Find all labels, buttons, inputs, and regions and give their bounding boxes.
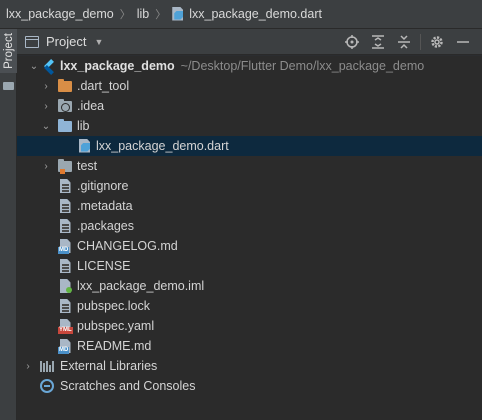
- chevron-right-icon[interactable]: ›: [41, 96, 51, 116]
- tree-row-pubspec-lock[interactable]: pubspec.lock: [17, 296, 482, 316]
- yaml-file-icon: YML: [57, 316, 73, 336]
- text-file-icon: [57, 256, 73, 276]
- md-badge: MD: [58, 347, 70, 354]
- settings-icon[interactable]: [424, 29, 450, 55]
- tree-row-readme[interactable]: MD README.md: [17, 336, 482, 356]
- project-side-tab[interactable]: Project: [0, 29, 17, 73]
- dart-file-icon: [77, 136, 93, 156]
- root-name: lxx_package_demo: [60, 59, 175, 73]
- navigation-breadcrumb: lxx_package_demo 〉 lib 〉 lxx_package_dem…: [0, 0, 482, 29]
- md-badge: MD: [58, 247, 70, 254]
- tree-row-label: README.md: [77, 339, 152, 353]
- tree-row-label: Scratches and Consoles: [60, 379, 196, 393]
- tree-row-dart-tool[interactable]: › .dart_tool: [17, 76, 482, 96]
- tree-row-label: LICENSE: [77, 259, 131, 273]
- breadcrumb-project[interactable]: lxx_package_demo: [6, 7, 114, 21]
- tree-row-label: lxx_package_demo.iml: [77, 279, 205, 293]
- tree-row-label: External Libraries: [60, 359, 158, 373]
- chevron-right-icon[interactable]: ›: [41, 156, 51, 176]
- collapse-all-icon[interactable]: [391, 29, 417, 55]
- chevron-right-icon[interactable]: ›: [23, 356, 33, 376]
- tree-row-scratches[interactable]: Scratches and Consoles: [17, 376, 482, 396]
- chevron-right-icon[interactable]: ›: [41, 76, 51, 96]
- flutter-module-icon: [41, 56, 57, 76]
- hide-icon[interactable]: [450, 29, 476, 55]
- root-path: ~/Desktop/Flutter Demo/lxx_package_demo: [180, 59, 425, 73]
- tree-row-metadata[interactable]: .metadata: [17, 196, 482, 216]
- idea-folder-icon: [57, 96, 73, 116]
- scratches-icon: [39, 376, 55, 396]
- tree-row-label: .dart_tool: [77, 79, 130, 93]
- expand-all-icon[interactable]: [365, 29, 391, 55]
- text-file-icon: [57, 176, 73, 196]
- tree-row-root[interactable]: ⌄ lxx_package_demo ~/Desktop/Flutter Demo…: [17, 56, 482, 76]
- tree-row-packages[interactable]: .packages: [17, 216, 482, 236]
- tree-row-dart-file[interactable]: lxx_package_demo.dart: [17, 136, 482, 156]
- toolbar-divider: [420, 34, 421, 50]
- markdown-file-icon: MD: [57, 236, 73, 256]
- chevron-down-icon[interactable]: ⌄: [29, 56, 39, 76]
- folder-icon[interactable]: [3, 82, 14, 90]
- breadcrumb-folder[interactable]: lib: [137, 7, 150, 21]
- breadcrumb-folder-label: lib: [136, 7, 150, 21]
- yml-badge: YML: [58, 327, 73, 334]
- tree-row-label: CHANGELOG.md: [77, 239, 178, 253]
- left-tool-strip: Project: [0, 29, 17, 420]
- tree-row-pubspec-yaml[interactable]: YML pubspec.yaml: [17, 316, 482, 336]
- text-file-icon: [57, 216, 73, 236]
- tree-row-label: pubspec.yaml: [77, 319, 155, 333]
- tree-row-label: .gitignore: [77, 179, 129, 193]
- tree-row-license[interactable]: LICENSE: [17, 256, 482, 276]
- chevron-down-icon: ▼: [94, 36, 104, 47]
- breadcrumb-file[interactable]: lxx_package_demo.dart: [172, 6, 322, 22]
- project-window-icon: [25, 35, 39, 48]
- locate-icon[interactable]: [339, 29, 365, 55]
- breadcrumb-separator: 〉: [119, 9, 131, 21]
- project-view-title: Project: [46, 34, 87, 49]
- text-file-icon: [57, 196, 73, 216]
- tree-row-label: test: [77, 159, 98, 173]
- tree-row-label: .idea: [77, 99, 105, 113]
- breadcrumb-file-label: lxx_package_demo.dart: [189, 7, 322, 21]
- dart-file-icon: [172, 6, 184, 22]
- project-view-selector[interactable]: Project ▼: [25, 34, 103, 49]
- tree-row-label: pubspec.lock: [77, 299, 150, 313]
- markdown-file-icon: MD: [57, 336, 73, 356]
- tree-row-idea[interactable]: › .idea: [17, 96, 482, 116]
- breadcrumb-separator: 〉: [155, 9, 167, 21]
- tree-row-iml[interactable]: lxx_package_demo.iml: [17, 276, 482, 296]
- tree-row-external-libraries[interactable]: › External Libraries: [17, 356, 482, 376]
- tool-window-toolbar: [339, 29, 476, 55]
- project-side-tab-label: Project: [2, 33, 15, 69]
- test-folder-icon: [57, 156, 73, 176]
- text-file-icon: [57, 296, 73, 316]
- source-folder-icon: [57, 116, 73, 136]
- tree-row-label: lxx_package_demo.dart: [96, 139, 229, 153]
- breadcrumb-project-label: lxx_package_demo: [6, 7, 114, 21]
- project-tool-window-header: Project ▼: [17, 29, 482, 55]
- tree-row-lib[interactable]: ⌄ lib: [17, 116, 482, 136]
- tree-row-root-label: lxx_package_demo ~/Desktop/Flutter Demo/l…: [60, 59, 424, 73]
- tree-row-label: lib: [77, 119, 90, 133]
- project-tree: ⌄ lxx_package_demo ~/Desktop/Flutter Demo…: [17, 56, 482, 420]
- tree-row-label: .packages: [77, 219, 134, 233]
- chevron-down-icon[interactable]: ⌄: [41, 116, 51, 136]
- tree-row-gitignore[interactable]: .gitignore: [17, 176, 482, 196]
- excluded-folder-icon: [57, 76, 73, 96]
- tree-row-changelog[interactable]: MD CHANGELOG.md: [17, 236, 482, 256]
- libraries-icon: [39, 356, 55, 376]
- tree-row-test[interactable]: › test: [17, 156, 482, 176]
- tree-row-label: .metadata: [77, 199, 133, 213]
- module-file-icon: [57, 276, 73, 296]
